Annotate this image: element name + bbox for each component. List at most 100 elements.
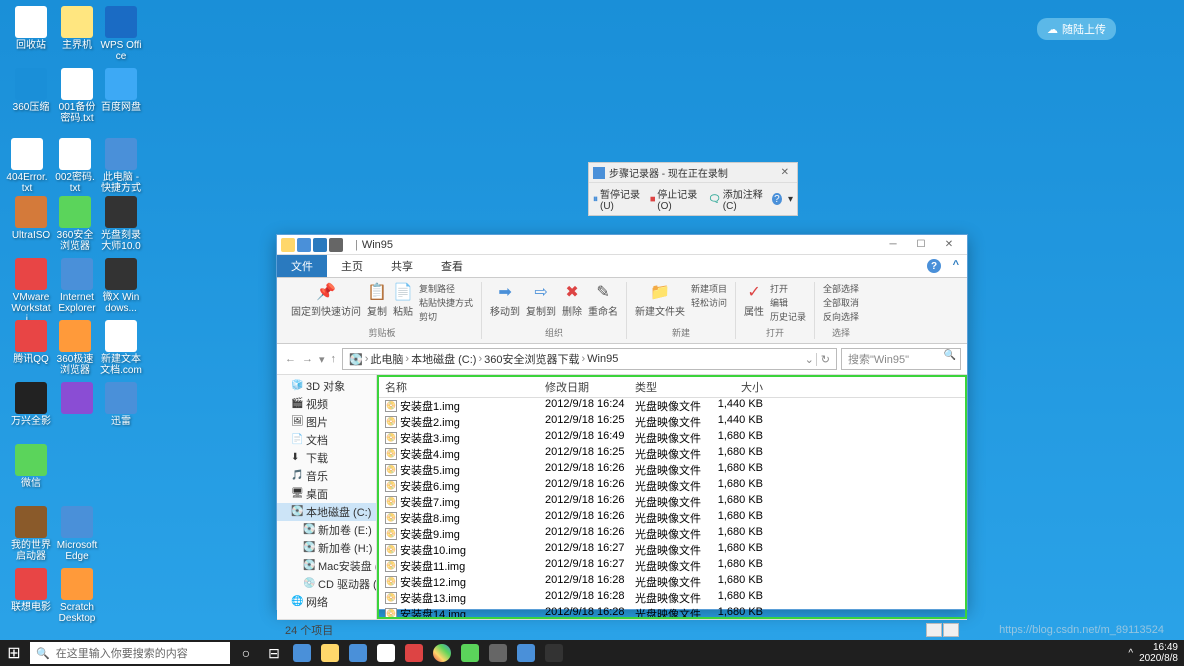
- maximize-button[interactable]: ☐: [907, 236, 935, 254]
- explorer-titlebar[interactable]: | Win95 ─ ☐ ✕: [277, 235, 967, 255]
- desktop-icon[interactable]: 此电脑 - 快捷方式: [100, 138, 142, 194]
- desktop-icon[interactable]: WPS Office: [100, 6, 142, 62]
- edit-button[interactable]: 编辑: [770, 296, 806, 309]
- selectall-button[interactable]: 全部选择: [823, 282, 859, 295]
- file-row[interactable]: 📀安装盘13.img2012/9/18 16:28光盘映像文件1,680 KB: [379, 590, 965, 606]
- minimize-button[interactable]: ─: [879, 236, 907, 254]
- desktop-icon[interactable]: 360压缩: [10, 68, 52, 113]
- moveto-button[interactable]: ➡移动到: [490, 282, 520, 318]
- file-row[interactable]: 📀安装盘6.img2012/9/18 16:26光盘映像文件1,680 KB: [379, 478, 965, 494]
- desktop-icon[interactable]: 回收站: [10, 6, 52, 51]
- open-button[interactable]: 打开: [770, 282, 806, 295]
- desktop-icon[interactable]: 万兴全影: [10, 382, 52, 427]
- search-input[interactable]: 搜索"Win95": [841, 348, 961, 370]
- close-button[interactable]: ✕: [935, 236, 963, 254]
- file-row[interactable]: 📀安装盘1.img2012/9/18 16:24光盘映像文件1,440 KB: [379, 398, 965, 414]
- tb-app9[interactable]: [512, 640, 540, 666]
- start-button[interactable]: ⊞: [0, 640, 28, 666]
- breadcrumb-path[interactable]: 💽 › 此电脑 › 本地磁盘 (C:) › 360安全浏览器下载 › Win95…: [342, 348, 837, 370]
- nav-item[interactable]: 🖼图片: [277, 413, 376, 431]
- invertsel-button[interactable]: 反向选择: [823, 310, 859, 323]
- recorder-pause-button[interactable]: ⏸暂停记录(U): [593, 186, 644, 212]
- qa3-icon[interactable]: [313, 238, 327, 252]
- selectnone-button[interactable]: 全部取消: [823, 296, 859, 309]
- history-button[interactable]: 历史记录: [770, 310, 806, 323]
- pastelink-button[interactable]: 粘贴快捷方式: [419, 296, 473, 309]
- tab-home[interactable]: 主页: [327, 255, 377, 277]
- desktop-icon[interactable]: Internet Explorer: [56, 258, 98, 314]
- copyto-button[interactable]: ⇨复制到: [526, 282, 556, 318]
- nav-item[interactable]: 💽Mac安装盘 (G:): [277, 557, 376, 575]
- back-button[interactable]: ←: [283, 353, 298, 366]
- up-button[interactable]: ↑: [329, 353, 339, 366]
- nav-item[interactable]: 🖥桌面: [277, 485, 376, 503]
- desktop-icon[interactable]: 新建文本文档.com: [100, 320, 142, 376]
- desktop-icon[interactable]: UltraISO: [10, 196, 52, 241]
- nav-item[interactable]: 💽本地磁盘 (C:): [277, 503, 376, 521]
- file-row[interactable]: 📀安装盘7.img2012/9/18 16:26光盘映像文件1,680 KB: [379, 494, 965, 510]
- taskbar-search[interactable]: 🔍 在这里输入你要搜索的内容: [30, 642, 230, 664]
- easyaccess-button[interactable]: 轻松访问: [691, 296, 727, 309]
- tab-file[interactable]: 文件: [277, 255, 327, 277]
- nav-item[interactable]: 💽新加卷 (E:): [277, 521, 376, 539]
- crumb-pc[interactable]: 此电脑: [370, 351, 403, 367]
- desktop-icon[interactable]: Scratch Desktop: [56, 568, 98, 624]
- tb-explorer[interactable]: [316, 640, 344, 666]
- qa4-icon[interactable]: [329, 238, 343, 252]
- recorder-comment-button[interactable]: 🗨添加注释(C): [708, 186, 766, 212]
- nav-item[interactable]: 🌐网络: [277, 593, 376, 611]
- recorder-dropdown-icon[interactable]: ▾: [788, 194, 793, 205]
- rename-button[interactable]: ✎重命名: [588, 282, 618, 318]
- paste-button[interactable]: 📄粘贴: [393, 282, 413, 323]
- view-icons-button[interactable]: [943, 623, 959, 637]
- tb-app3[interactable]: [344, 640, 372, 666]
- cloud-upload-button[interactable]: ☁ 随陆上传: [1037, 18, 1116, 40]
- nav-item[interactable]: 💽新加卷 (H:): [277, 539, 376, 557]
- delete-button[interactable]: ✖删除: [562, 282, 582, 318]
- file-row[interactable]: 📀安装盘12.img2012/9/18 16:28光盘映像文件1,680 KB: [379, 574, 965, 590]
- file-row[interactable]: 📀安装盘5.img2012/9/18 16:26光盘映像文件1,680 KB: [379, 462, 965, 478]
- recent-button[interactable]: ▾: [317, 353, 327, 366]
- col-date[interactable]: 修改日期: [539, 379, 629, 395]
- file-row[interactable]: 📀安装盘14.img2012/9/18 16:28光盘映像文件1,680 KB: [379, 606, 965, 619]
- tb-app7[interactable]: [456, 640, 484, 666]
- nav-item[interactable]: 📄文档: [277, 431, 376, 449]
- help-button[interactable]: ?: [927, 259, 941, 273]
- recorder-close-button[interactable]: ✕: [777, 167, 793, 178]
- desktop-icon[interactable]: 我的世界启动器: [10, 506, 52, 562]
- file-row[interactable]: 📀安装盘10.img2012/9/18 16:27光盘映像文件1,680 KB: [379, 542, 965, 558]
- cut-button[interactable]: 剪切: [419, 310, 473, 323]
- recorder-help-button[interactable]: ?: [772, 193, 782, 205]
- newitem-button[interactable]: 新建项目: [691, 282, 727, 295]
- desktop-icon[interactable]: 联想电影: [10, 568, 52, 613]
- nav-item[interactable]: 🧊3D 对象: [277, 377, 376, 395]
- qa2-icon[interactable]: [297, 238, 311, 252]
- col-type[interactable]: 类型: [629, 379, 703, 395]
- col-name[interactable]: 名称: [379, 379, 539, 395]
- newfolder-button[interactable]: 📁新建文件夹: [635, 282, 685, 318]
- file-row[interactable]: 📀安装盘3.img2012/9/18 16:49光盘映像文件1,680 KB: [379, 430, 965, 446]
- desktop-icon[interactable]: 微信: [10, 444, 52, 489]
- forward-button[interactable]: →: [300, 353, 315, 366]
- qa1-icon[interactable]: [281, 238, 295, 252]
- taskbar-clock[interactable]: 16:49 2020/8/8: [1139, 642, 1178, 664]
- tb-app5[interactable]: [400, 640, 428, 666]
- desktop-icon[interactable]: 微X Windows...: [100, 258, 142, 314]
- path-dropdown-icon[interactable]: ⌄: [805, 353, 814, 366]
- taskview-button[interactable]: ⊟: [260, 640, 288, 666]
- desktop-icon[interactable]: 001备份密码.txt: [56, 68, 98, 124]
- desktop-icon[interactable]: 百度网盘: [100, 68, 142, 113]
- nav-item[interactable]: 🎬视频: [277, 395, 376, 413]
- desktop-icon[interactable]: Microsoft Edge: [56, 506, 98, 562]
- view-details-button[interactable]: [926, 623, 942, 637]
- desktop-icon[interactable]: VMware Workstati...: [10, 258, 52, 325]
- file-row[interactable]: 📀安装盘9.img2012/9/18 16:26光盘映像文件1,680 KB: [379, 526, 965, 542]
- copypath-button[interactable]: 复制路径: [419, 282, 473, 295]
- nav-item[interactable]: 🎵音乐: [277, 467, 376, 485]
- file-row[interactable]: 📀安装盘4.img2012/9/18 16:25光盘映像文件1,680 KB: [379, 446, 965, 462]
- tb-chrome[interactable]: [428, 640, 456, 666]
- crumb-c[interactable]: 本地磁盘 (C:): [411, 351, 476, 367]
- copy-button[interactable]: 📋复制: [367, 282, 387, 323]
- desktop-icon[interactable]: 404Error.txt: [6, 138, 48, 194]
- desktop-icon[interactable]: 主界机: [56, 6, 98, 51]
